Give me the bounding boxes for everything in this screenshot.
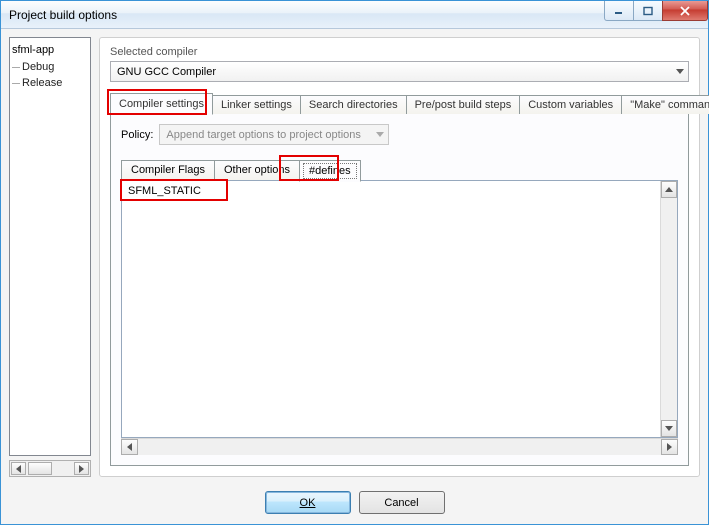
compiler-select-value: GNU GCC Compiler	[117, 66, 216, 78]
maximize-icon	[642, 6, 654, 16]
right-panel: Selected compiler GNU GCC Compiler Compi…	[99, 37, 700, 477]
ok-button[interactable]: OK	[265, 491, 351, 514]
defines-wrap: SFML_STATIC	[121, 180, 678, 455]
chevron-right-icon	[667, 443, 672, 451]
chevron-right-icon	[79, 465, 84, 473]
defines-vertical-scrollbar[interactable]	[660, 181, 677, 437]
tab-make-commands[interactable]: "Make" commands	[621, 95, 709, 114]
close-button[interactable]	[662, 1, 708, 21]
defines-text-content[interactable]: SFML_STATIC	[122, 181, 660, 437]
targets-tree[interactable]: sfml-app Debug Release	[9, 37, 91, 456]
tree-item-debug[interactable]: Debug	[12, 59, 88, 75]
dialog-footer: OK Cancel	[9, 483, 700, 516]
scroll-up-button[interactable]	[661, 181, 677, 198]
policy-select[interactable]: Append target options to project options	[159, 124, 389, 145]
scroll-thumb[interactable]	[28, 462, 52, 475]
cancel-button[interactable]: Cancel	[359, 491, 445, 514]
scroll-track	[661, 198, 677, 420]
policy-label: Policy:	[121, 129, 153, 141]
maximize-button[interactable]	[633, 1, 663, 21]
subtab-other-options[interactable]: Other options	[214, 160, 300, 181]
subtab-compiler-flags[interactable]: Compiler Flags	[121, 160, 215, 181]
project-build-options-window: Project build options sfml-app Debug Rel…	[0, 0, 709, 525]
sub-tabstrip: Compiler Flags Other options #defines	[121, 159, 678, 180]
chevron-down-icon	[676, 69, 684, 74]
defines-textarea[interactable]: SFML_STATIC	[121, 180, 678, 438]
tab-pre-post-build[interactable]: Pre/post build steps	[406, 95, 521, 114]
minimize-icon	[613, 6, 625, 16]
scroll-right-button[interactable]	[661, 439, 678, 455]
tree-item-release[interactable]: Release	[12, 75, 88, 91]
chevron-left-icon	[16, 465, 21, 473]
scroll-down-button[interactable]	[661, 420, 677, 437]
selected-compiler-label: Selected compiler	[110, 46, 689, 58]
ok-label: OK	[300, 497, 316, 509]
tree-panel: sfml-app Debug Release	[9, 37, 91, 477]
titlebar[interactable]: Project build options	[1, 1, 708, 29]
tree-root[interactable]: sfml-app	[12, 42, 88, 59]
tab-linker-settings[interactable]: Linker settings	[212, 95, 301, 114]
policy-value: Append target options to project options	[166, 129, 360, 141]
cancel-label: Cancel	[384, 497, 418, 509]
compiler-select[interactable]: GNU GCC Compiler	[110, 61, 689, 82]
policy-row: Policy: Append target options to project…	[121, 124, 678, 145]
minimize-button[interactable]	[604, 1, 634, 21]
window-title: Project build options	[9, 8, 117, 22]
tree-horizontal-scrollbar[interactable]	[9, 460, 91, 477]
dialog-body: sfml-app Debug Release Selected compiler…	[1, 29, 708, 524]
chevron-down-icon	[376, 132, 384, 137]
window-buttons	[605, 1, 708, 21]
close-icon	[679, 6, 691, 16]
compiler-settings-page: Policy: Append target options to project…	[110, 113, 689, 466]
scroll-right-button[interactable]	[74, 462, 89, 475]
chevron-up-icon	[665, 187, 673, 192]
top-row: sfml-app Debug Release Selected compiler…	[9, 37, 700, 477]
chevron-left-icon	[127, 443, 132, 451]
tab-compiler-settings[interactable]: Compiler settings	[110, 93, 213, 115]
defines-horizontal-scrollbar[interactable]	[121, 438, 678, 455]
tab-custom-variables[interactable]: Custom variables	[519, 95, 622, 114]
scroll-track	[138, 439, 661, 455]
chevron-down-icon	[665, 426, 673, 431]
subtab-defines[interactable]: #defines	[299, 160, 361, 182]
main-tabstrip: Compiler settings Linker settings Search…	[110, 92, 689, 113]
scroll-left-button[interactable]	[11, 462, 26, 475]
tab-search-directories[interactable]: Search directories	[300, 95, 407, 114]
scroll-left-button[interactable]	[121, 439, 138, 455]
